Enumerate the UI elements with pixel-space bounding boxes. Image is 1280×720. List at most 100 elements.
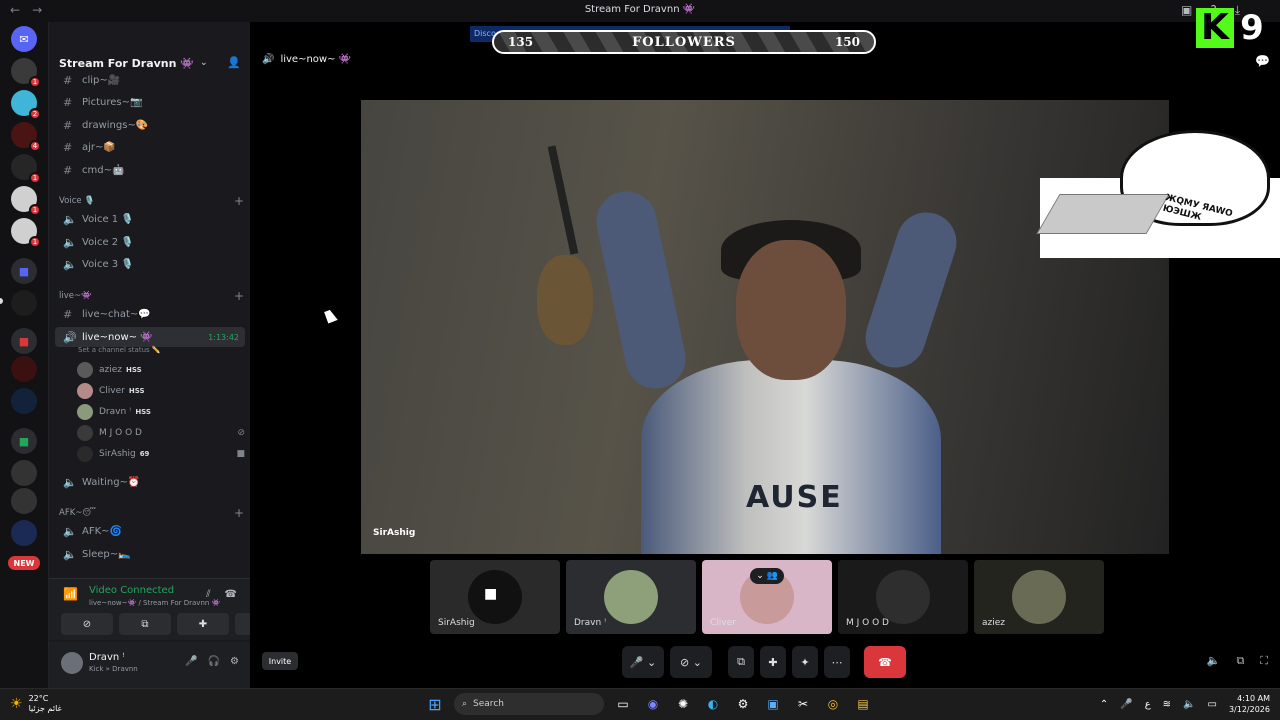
server-icon[interactable]: 1: [11, 218, 41, 248]
task-view-icon[interactable]: ▭: [612, 693, 634, 715]
voice-member[interactable]: Cliver HSS: [77, 382, 245, 400]
avatar: [77, 362, 93, 378]
inbox-icon[interactable]: ▣: [1181, 3, 1192, 18]
signal-icon[interactable]: 📶: [63, 587, 78, 601]
chat-bubble-icon[interactable]: 💬: [1255, 54, 1270, 68]
server-icon[interactable]: [11, 520, 37, 546]
leave-call-button[interactable]: ☎: [864, 646, 906, 678]
folder-icon[interactable]: ■: [11, 428, 37, 454]
chatgpt-app-icon[interactable]: ✺: [672, 693, 694, 715]
soundboard-button[interactable]: ✦: [792, 646, 818, 678]
avatar[interactable]: [61, 652, 83, 674]
category-voice[interactable]: Voice 🎙️ +: [59, 194, 244, 208]
notification-badge: 1: [29, 76, 41, 88]
channel-cmd[interactable]: # cmd~🤖: [55, 160, 245, 180]
channel-voice-2[interactable]: 🔈 Voice 2 🎙️: [55, 232, 245, 252]
channel-drawings[interactable]: # drawings~🎨: [55, 115, 245, 135]
camera-off-button[interactable]: ⊘ ⌄: [670, 646, 712, 678]
participant-tile[interactable]: M J O O D: [838, 560, 968, 634]
server-icon[interactable]: 1: [11, 58, 41, 88]
headphones-icon[interactable]: 🎧: [208, 656, 220, 667]
microphone-button[interactable]: 🎤 ⌄: [622, 646, 664, 678]
channel-voice-1[interactable]: 🔈 Voice 1 🎙️: [55, 209, 245, 229]
screen-share-button[interactable]: ⧉: [119, 613, 171, 635]
volume-icon[interactable]: 🔈: [1183, 699, 1195, 710]
server-icon[interactable]: [11, 488, 37, 514]
edge-app-icon[interactable]: ◐: [702, 693, 724, 715]
file-explorer-icon[interactable]: ▤: [852, 693, 874, 715]
capcut-app-icon[interactable]: ✂: [792, 693, 814, 715]
participant-tile[interactable]: ■ SirAshig: [430, 560, 560, 634]
voice-member[interactable]: Dravn ꜝ HSS: [77, 403, 245, 421]
invite-button[interactable]: Invite: [262, 652, 298, 670]
voice-member[interactable]: SirAshig 69 ■: [77, 445, 245, 463]
weather-widget[interactable]: ☀ 22°C غائم جزئيا: [10, 694, 62, 714]
channel-ajr[interactable]: # ajr~📦: [55, 137, 245, 157]
tile-actions[interactable]: ⌄ 👥: [750, 568, 784, 584]
fullscreen-icon[interactable]: ⛶: [1260, 654, 1268, 668]
add-member-icon[interactable]: 👤: [227, 56, 241, 69]
user-name[interactable]: Dravn ꜝ: [89, 652, 125, 663]
server-icon[interactable]: 2: [11, 90, 41, 120]
keyboard-pad: [1036, 194, 1170, 234]
chevron-up-icon[interactable]: ⌃: [1100, 699, 1108, 710]
channel-afk[interactable]: 🔈 AFK~🌀: [55, 521, 245, 541]
voice-member[interactable]: M J O O D ⊘: [77, 424, 245, 442]
noise-suppression-icon[interactable]: ⫽: [206, 589, 210, 600]
category-live[interactable]: live~👾 +: [59, 289, 244, 303]
member-name: Dravn ꜝ: [99, 407, 132, 417]
member-tag: HSS: [135, 408, 151, 416]
screen-share-button[interactable]: ⧉: [728, 646, 754, 678]
channel-label: live~now~ 👾: [82, 331, 153, 343]
store-app-icon[interactable]: ▣: [762, 693, 784, 715]
voice-status-subtitle[interactable]: live~now~👾 / Stream For Dravnn 👾: [89, 599, 220, 607]
selected-pip: [0, 298, 3, 304]
channel-pictures[interactable]: # Pictures~📷: [55, 92, 245, 112]
more-options-icon[interactable]: ⋯: [824, 646, 850, 678]
server-icon[interactable]: [11, 460, 37, 486]
channel-status-hint[interactable]: Set a channel status ✏️: [78, 346, 161, 354]
create-channel-icon[interactable]: +: [234, 289, 244, 303]
settings-app-icon[interactable]: ⚙: [732, 693, 754, 715]
pop-out-icon[interactable]: ⧉: [1236, 654, 1244, 668]
wifi-icon[interactable]: ≋: [1163, 699, 1171, 710]
gear-icon[interactable]: ⚙: [230, 656, 239, 667]
discord-app-icon[interactable]: ◉: [642, 693, 664, 715]
create-channel-icon[interactable]: +: [234, 194, 244, 208]
server-stream-for-dravnn-icon[interactable]: [11, 290, 37, 316]
battery-icon[interactable]: ▭: [1208, 699, 1217, 710]
create-channel-icon[interactable]: +: [234, 506, 244, 520]
server-icon[interactable]: 1: [11, 154, 41, 184]
dm-home-icon[interactable]: ✉: [11, 26, 37, 52]
volume-icon[interactable]: 🔈: [1207, 654, 1221, 668]
channel-waiting[interactable]: 🔈 Waiting~⏰: [55, 472, 245, 492]
clock[interactable]: 4:10 AM 3/12/2026: [1229, 693, 1270, 715]
activities-button[interactable]: ✚: [177, 613, 229, 635]
taskbar-search[interactable]: ⌕ Search: [454, 693, 604, 715]
microphone-icon[interactable]: 🎤: [185, 656, 197, 667]
folder-icon[interactable]: ■: [11, 258, 37, 284]
camera-off-button[interactable]: ⊘: [61, 613, 113, 635]
channel-live-now[interactable]: 🔊 live~now~ 👾 1:13:42: [55, 327, 245, 347]
notification-badge: 4: [29, 140, 41, 152]
channel-voice-3[interactable]: 🔈 Voice 3 🎙️: [55, 254, 245, 274]
participant-tile[interactable]: ⌄ 👥 Cliver: [702, 560, 832, 634]
participant-tile[interactable]: aziez: [974, 560, 1104, 634]
server-icon[interactable]: [11, 356, 37, 382]
windows-start-icon[interactable]: ⊞: [424, 693, 446, 715]
channel-live-chat[interactable]: # live~chat~💬: [55, 304, 245, 324]
server-icon[interactable]: 1: [11, 186, 41, 216]
channel-clip[interactable]: # clip~🎥: [55, 70, 245, 90]
activities-button[interactable]: ✚: [760, 646, 786, 678]
folder-icon[interactable]: ■: [11, 328, 37, 354]
microphone-icon[interactable]: 🎤: [1120, 699, 1132, 710]
server-icon[interactable]: [11, 388, 37, 414]
channel-sleep[interactable]: 🔈 Sleep~🛌: [55, 544, 245, 564]
voice-member[interactable]: aziez HSS: [77, 361, 245, 379]
disconnect-icon[interactable]: ☎: [225, 589, 237, 600]
server-icon[interactable]: 4: [11, 122, 41, 152]
category-afk[interactable]: AFK~😴 +: [59, 506, 244, 520]
participant-tile[interactable]: Dravn ꜝ: [566, 560, 696, 634]
chrome-app-icon[interactable]: ◎: [822, 693, 844, 715]
language-indicator[interactable]: ع: [1145, 699, 1151, 710]
